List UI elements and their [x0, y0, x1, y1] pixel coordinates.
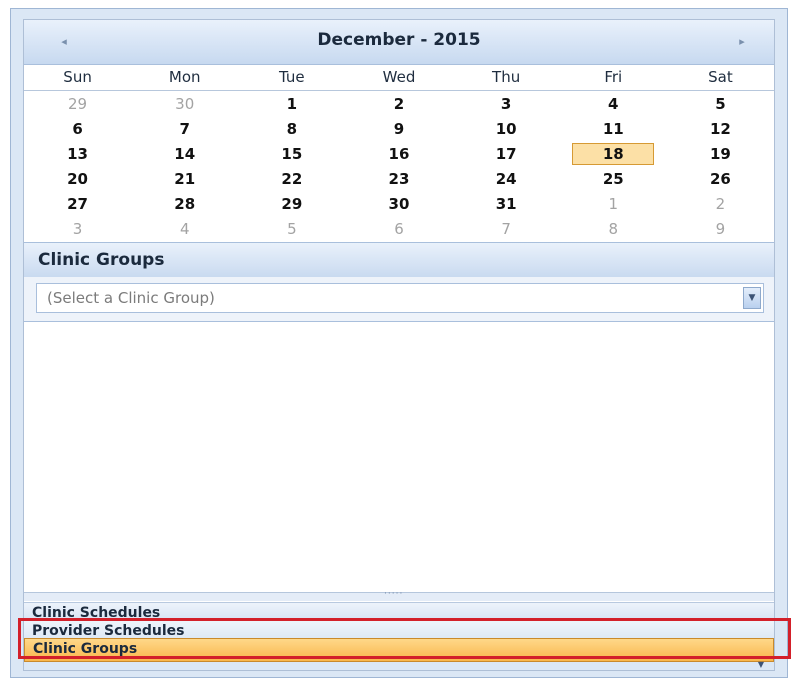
- day-name: Tue: [279, 68, 305, 86]
- calendar-day[interactable]: 14: [131, 142, 238, 167]
- calendar-day[interactable]: 8: [238, 117, 345, 142]
- calendar-day[interactable]: 21: [131, 167, 238, 192]
- calendar-day[interactable]: 24: [453, 167, 560, 192]
- day-name: Sat: [708, 68, 733, 86]
- calendar-day[interactable]: 29: [24, 92, 131, 117]
- calendar-day-label: 18: [572, 143, 655, 165]
- calendar-day[interactable]: 22: [238, 167, 345, 192]
- calendar-day[interactable]: 2: [345, 92, 452, 117]
- calendar-day[interactable]: 15: [238, 142, 345, 167]
- dropdown-arrow-icon[interactable]: ▼: [743, 287, 761, 309]
- calendar-day[interactable]: 8: [560, 217, 667, 242]
- clinic-group-select-row: (Select a Clinic Group) ▼: [24, 277, 774, 322]
- clinic-groups-title: Clinic Groups: [38, 250, 165, 270]
- calendar-day[interactable]: 17: [453, 142, 560, 167]
- calendar-day[interactable]: 9: [667, 217, 774, 242]
- calendar-day[interactable]: 6: [345, 217, 452, 242]
- next-month-icon[interactable]: ▸: [732, 32, 752, 52]
- day-name: Fri: [604, 68, 623, 86]
- calendar-day[interactable]: 9: [345, 117, 452, 142]
- calendar-day[interactable]: 23: [345, 167, 452, 192]
- panel-inner: ◂ December - 2015 ▸ Sun Mon Tue Wed Thu …: [23, 19, 775, 671]
- calendar-day[interactable]: 7: [131, 117, 238, 142]
- calendar-grid: 29 30 1 2 3 4 5 6 7 8 9 10 11 12 13 14 15 16 17 18 19 20 21 22 2…: [24, 92, 774, 242]
- calendar-day[interactable]: 30: [131, 92, 238, 117]
- calendar-day[interactable]: 10: [453, 117, 560, 142]
- clinic-groups-header: Clinic Groups: [24, 242, 774, 278]
- calendar-day[interactable]: 13: [24, 142, 131, 167]
- calendar-day[interactable]: 20: [24, 167, 131, 192]
- calendar-day[interactable]: 3: [453, 92, 560, 117]
- nav-item-label: Clinic Schedules: [32, 605, 161, 621]
- nav-item-label: Clinic Groups: [33, 641, 138, 657]
- calendar-day[interactable]: 19: [667, 142, 774, 167]
- calendar-day[interactable]: 31: [453, 192, 560, 217]
- grip-icon: ·····: [384, 589, 404, 599]
- calendar-day[interactable]: 5: [238, 217, 345, 242]
- calendar-day[interactable]: 2: [667, 192, 774, 217]
- calendar-day[interactable]: 6: [24, 117, 131, 142]
- scheduler-panel: ◂ December - 2015 ▸ Sun Mon Tue Wed Thu …: [10, 8, 788, 678]
- nav-footer: ▼: [24, 660, 774, 670]
- calendar-month-title: December - 2015: [317, 30, 481, 50]
- calendar-day[interactable]: 29: [238, 192, 345, 217]
- calendar-day[interactable]: 26: [667, 167, 774, 192]
- calendar-day[interactable]: 28: [131, 192, 238, 217]
- day-name: Mon: [168, 68, 201, 86]
- calendar-day[interactable]: 3: [24, 217, 131, 242]
- calendar-day[interactable]: 4: [131, 217, 238, 242]
- day-of-week-row: Sun Mon Tue Wed Thu Fri Sat: [24, 64, 774, 91]
- nav-item-label: Provider Schedules: [32, 623, 185, 639]
- nav-item-clinic-groups[interactable]: Clinic Groups: [24, 638, 774, 662]
- calendar-day[interactable]: 11: [560, 117, 667, 142]
- calendar-day[interactable]: 1: [238, 92, 345, 117]
- splitter-handle[interactable]: ·····: [24, 589, 774, 601]
- clinic-group-list-area: [24, 322, 774, 592]
- day-name: Wed: [382, 68, 416, 86]
- calendar-day[interactable]: 5: [667, 92, 774, 117]
- calendar-header: ◂ December - 2015 ▸: [24, 20, 774, 65]
- calendar-day[interactable]: 16: [345, 142, 452, 167]
- calendar-day[interactable]: 4: [560, 92, 667, 117]
- calendar-day[interactable]: 25: [560, 167, 667, 192]
- configure-buttons-icon[interactable]: ▼: [758, 660, 764, 669]
- calendar-day[interactable]: 12: [667, 117, 774, 142]
- calendar-day[interactable]: 30: [345, 192, 452, 217]
- day-name: Thu: [492, 68, 521, 86]
- calendar-day[interactable]: 1: [560, 192, 667, 217]
- clinic-group-dropdown[interactable]: (Select a Clinic Group) ▼: [36, 283, 764, 313]
- calendar-day[interactable]: 7: [453, 217, 560, 242]
- calendar-day-selected[interactable]: 18: [560, 142, 667, 167]
- calendar-day[interactable]: 27: [24, 192, 131, 217]
- day-name: Sun: [63, 68, 92, 86]
- clinic-group-dropdown-placeholder: (Select a Clinic Group): [47, 289, 215, 307]
